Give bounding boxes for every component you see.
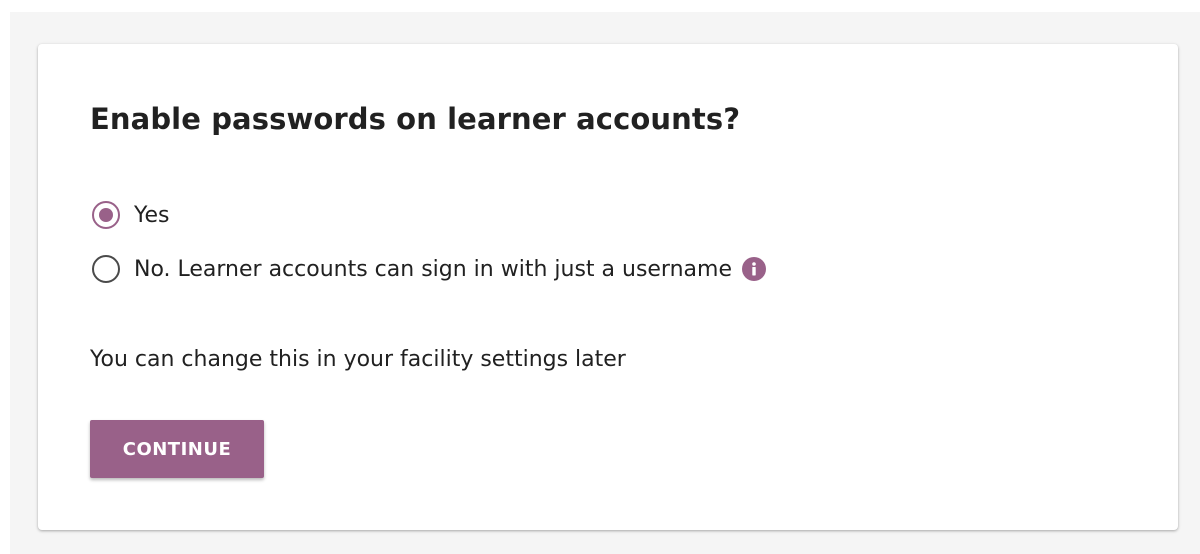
radio-button-no[interactable]	[92, 255, 120, 283]
info-icon[interactable]	[742, 257, 766, 281]
radio-option-no[interactable]: No. Learner accounts can sign in with ju…	[92, 255, 766, 283]
info-icon-glyph	[752, 262, 756, 276]
radio-label-yes: Yes	[134, 202, 170, 228]
setup-card: Enable passwords on learner accounts? Ye…	[38, 44, 1178, 530]
page-title: Enable passwords on learner accounts?	[90, 102, 741, 136]
radio-button-yes[interactable]	[92, 201, 120, 229]
radio-option-yes[interactable]: Yes	[92, 201, 170, 229]
helper-text: You can change this in your facility set…	[90, 347, 626, 372]
continue-button[interactable]: CONTINUE	[90, 420, 264, 478]
page-background: Enable passwords on learner accounts? Ye…	[10, 12, 1200, 554]
radio-label-no: No. Learner accounts can sign in with ju…	[134, 256, 732, 282]
